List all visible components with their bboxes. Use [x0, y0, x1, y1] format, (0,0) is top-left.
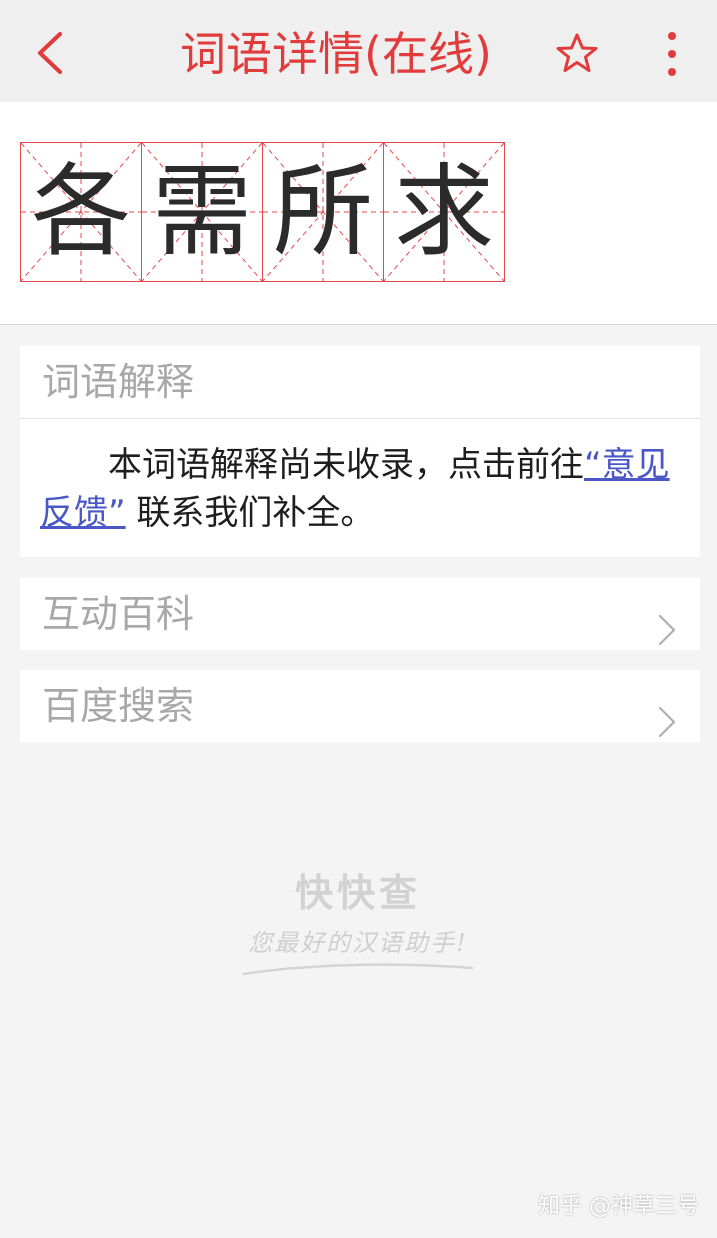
- word-display-panel: 各 需 所 求: [0, 102, 717, 325]
- definition-card: 词语解释 本词语解释尚未收录，点击前往“意见反馈” 联系我们补全。: [20, 346, 700, 557]
- definition-title: 词语解释: [20, 346, 700, 419]
- character-grid: 各 需 所 求: [20, 142, 505, 282]
- more-vertical-icon: [668, 32, 676, 76]
- baike-row[interactable]: 互动百科: [20, 578, 700, 650]
- character: 所: [273, 153, 373, 270]
- character: 需: [152, 153, 252, 270]
- baidu-search-label: 百度搜索: [42, 684, 195, 728]
- definition-text: 本词语解释尚未收录，点击前往: [108, 445, 584, 485]
- brand-name: 快快查: [294, 870, 421, 915]
- character-cell: 求: [383, 142, 505, 282]
- definition-text-after: 联系我们补全。: [125, 493, 375, 533]
- chevron-left-icon: [38, 32, 62, 74]
- character-cell: 所: [262, 142, 384, 282]
- star-outline-icon: [556, 33, 598, 72]
- brand-logo: 快快查 您最好的汉语助手!: [230, 862, 486, 978]
- swash-decoration: [242, 963, 474, 976]
- chevron-right-icon: [656, 690, 678, 738]
- top-app-bar: 词语详情(在线): [0, 0, 717, 102]
- chevron-right-icon: [656, 598, 678, 646]
- character-cell: 各: [20, 142, 142, 282]
- brand-slogan: 您最好的汉语助手!: [248, 929, 468, 957]
- character: 求: [394, 153, 494, 270]
- favorite-button[interactable]: [553, 30, 601, 78]
- definition-body: 本词语解释尚未收录，点击前往“意见反馈” 联系我们补全。: [20, 419, 700, 561]
- character-cell: 需: [141, 142, 263, 282]
- source-watermark: 知乎 @神草三号: [538, 1194, 699, 1219]
- baike-label: 互动百科: [42, 592, 195, 636]
- character: 各: [31, 153, 131, 270]
- more-options-button[interactable]: [652, 28, 692, 80]
- baidu-search-row[interactable]: 百度搜索: [20, 670, 700, 742]
- back-button[interactable]: [22, 22, 78, 84]
- page-title: 词语详情(在线): [180, 27, 492, 81]
